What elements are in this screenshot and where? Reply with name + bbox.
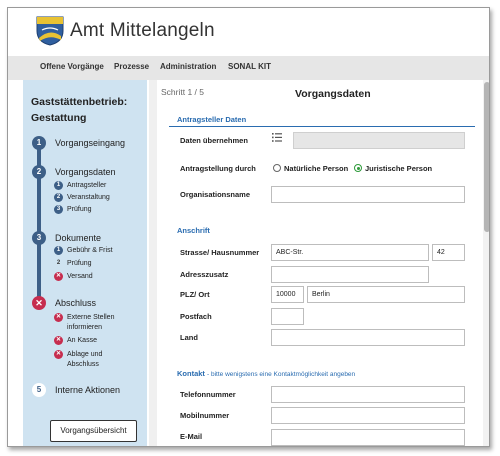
street-input[interactable]: ABC-Str. (271, 244, 429, 261)
label-plz-city: PLZ/ Ort (180, 290, 210, 299)
close-icon: ✕ (54, 336, 63, 345)
phone-input[interactable] (271, 386, 465, 403)
nav-administration[interactable]: Administration (160, 62, 216, 71)
app-title: Amt Mittelangeln (70, 20, 215, 41)
label-address-extra: Adresszusatz (180, 270, 229, 279)
panel-divider (149, 80, 157, 446)
main-nav: Offene Vorgänge Prozesse Administration … (8, 56, 489, 80)
step-timeline (37, 140, 41, 300)
step-1-badge: 1 (32, 136, 46, 150)
step-2-badge: 2 (32, 165, 46, 179)
contact-hint: - bitte wenigstens eine Kontaktmöglichke… (207, 371, 356, 378)
plz-input[interactable]: 10000 (271, 286, 304, 303)
section-contact: Kontakt - bitte wenigstens eine Kontaktm… (177, 369, 477, 378)
sub-badge: 1 (54, 181, 63, 190)
email-input[interactable] (271, 429, 465, 446)
substep-gebuehr-frist[interactable]: Gebühr & Frist (67, 246, 113, 256)
label-phone: Telefonnummer (180, 390, 236, 399)
vertical-scrollbar[interactable] (483, 80, 489, 446)
form-panel: Schritt 1 / 5 Vorgangsdaten Antragstelle… (157, 80, 483, 446)
label-org-name: Organisationsname (180, 190, 251, 199)
nav-sonal-kit[interactable]: SONAL KIT (228, 62, 271, 71)
overview-button[interactable]: Vorgangsübersicht (50, 420, 137, 442)
radio-legal-person[interactable] (354, 164, 362, 172)
substep-versand[interactable]: Versand (67, 272, 93, 282)
scrollbar-thumb[interactable] (484, 82, 489, 232)
substep-externe-stellen[interactable]: Externe Stellen informieren (67, 313, 127, 333)
city-input[interactable]: Berlin (307, 286, 465, 303)
close-icon: ✕ (54, 272, 63, 281)
nav-offene-vorgaenge[interactable]: Offene Vorgänge (40, 62, 104, 71)
label-email: E-Mail (180, 432, 203, 441)
postbox-input[interactable] (271, 308, 304, 325)
label-postbox: Postfach (180, 312, 212, 321)
house-number-input[interactable]: 42 (432, 244, 465, 261)
section-applicant: Antragsteller Daten (177, 115, 247, 124)
substep-ablage-abschluss[interactable]: Ablage und Abschluss (67, 350, 117, 370)
label-applicant-type: Antragstellung durch (180, 164, 256, 173)
step-vorgangsdaten[interactable]: Vorgangsdaten (55, 167, 116, 177)
step-abschluss[interactable]: Abschluss (55, 298, 96, 308)
contact-title: Kontakt (177, 369, 205, 378)
step-interne-aktionen[interactable]: Interne Aktionen (55, 385, 120, 395)
radio-natural-label: Natürliche Person (284, 164, 349, 173)
address-extra-input[interactable] (271, 266, 429, 283)
label-country: Land (180, 333, 198, 342)
sub-badge: 3 (54, 205, 63, 214)
section-divider (169, 126, 475, 127)
substep-veranstaltung[interactable]: Veranstaltung (67, 193, 110, 203)
coat-of-arms-logo (36, 16, 64, 46)
step-5-badge: 5 (32, 383, 46, 397)
radio-legal-label: Juristische Person (365, 164, 433, 173)
radio-natural-person[interactable] (273, 164, 281, 172)
sub-badge: 2 (56, 260, 61, 266)
label-mobile: Mobilnummer (180, 411, 230, 420)
org-name-input[interactable] (271, 186, 465, 203)
step-indicator: Schritt 1 / 5 (161, 87, 204, 97)
mobile-input[interactable] (271, 407, 465, 424)
step-3-badge: 3 (32, 231, 46, 245)
substep-pruefung-dokumente[interactable]: Prüfung (67, 259, 92, 269)
close-icon: ✕ (32, 296, 46, 310)
form-title: Vorgangsdaten (295, 88, 371, 100)
substep-pruefung[interactable]: Prüfung (67, 205, 92, 215)
label-street: Strasse/ Hausnummer (180, 248, 260, 257)
close-icon: ✕ (54, 313, 63, 322)
section-address: Anschrift (177, 226, 210, 235)
substep-an-kasse[interactable]: An Kasse (67, 336, 97, 346)
sub-badge: 2 (54, 193, 63, 202)
app-header: Amt Mittelangeln (8, 8, 489, 56)
nav-prozesse[interactable]: Prozesse (114, 62, 149, 71)
step-vorgangseingang[interactable]: Vorgangseingang (55, 138, 125, 148)
process-title: Gaststättenbetrieb: Gestattung (31, 96, 128, 124)
label-take-data: Daten übernehmen (180, 136, 248, 145)
sub-badge: 1 (54, 246, 63, 255)
take-data-field[interactable] (293, 132, 465, 149)
process-sidebar: Gaststättenbetrieb: Gestattung 1 Vorgang… (23, 80, 147, 446)
step-dokumente[interactable]: Dokumente (55, 233, 101, 243)
list-icon[interactable] (272, 133, 282, 142)
close-icon: ✕ (54, 350, 63, 359)
country-input[interactable] (271, 329, 465, 346)
app-window: Amt Mittelangeln Offene Vorgänge Prozess… (7, 7, 490, 447)
substep-antragsteller[interactable]: Antragsteller (67, 181, 106, 191)
